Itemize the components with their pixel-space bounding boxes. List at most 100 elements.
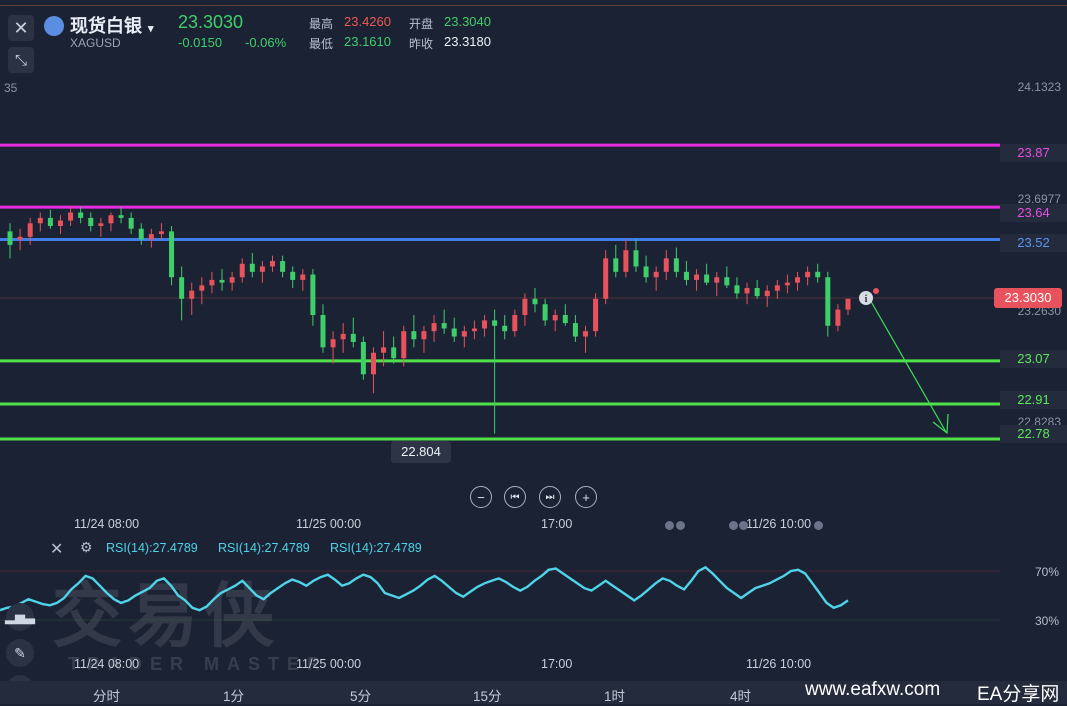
rsi-time-label-2: 11/25 00:00 [296,657,362,671]
tab-4hour[interactable]: 4时 [730,685,751,705]
candle-body [643,266,649,278]
info-icon-glyph: i [865,294,868,305]
candle-body [734,285,740,294]
candle-body [37,217,43,224]
low-price-marker: 22.804 [391,441,451,463]
zoom-in-button[interactable]: + [575,486,597,508]
candle-body [805,271,811,278]
candle-body [673,258,679,272]
candle-body [613,258,619,272]
price-chart[interactable]: i [0,60,1067,480]
prev-close-value: 23.3180 [444,34,491,49]
zoom-out-button[interactable]: − [470,486,492,508]
candle-body [280,261,286,272]
indicator-icon[interactable]: ▂▅▃ [5,603,35,631]
last-price: 23.3030 [178,12,244,32]
candle-body [68,212,74,221]
candle-body [623,250,629,272]
candle-body [663,258,669,272]
tab-15min[interactable]: 15分 [473,685,502,705]
candle-body [158,231,164,235]
candle-body [108,215,114,224]
time-label-1: 11/24 08:00 [74,517,140,531]
candle-body [603,258,609,299]
candle-body [542,304,548,321]
candle-body [229,277,235,283]
rsi-line [0,565,849,612]
candle-body [98,223,104,226]
candle-body [754,288,760,297]
candle-body [381,347,387,353]
header-divider [0,5,1067,6]
candle-body [239,263,245,278]
candle-body [401,331,407,359]
rsi-close-icon[interactable]: ✕ [50,539,63,559]
alert-dot [873,288,879,294]
high-value: 23.4260 [344,14,391,29]
tab-1min[interactable]: 1分 [223,685,244,705]
candle-body [704,274,710,283]
prev-close-label: 昨收 [409,37,434,51]
candle-body [169,231,175,278]
level-tag-23-64: 23.64 [1000,204,1067,222]
scroll-start-button[interactable]: ⏮ [504,486,526,508]
candle-body [492,320,498,326]
level-tag-23-87: 23.87 [1000,144,1067,162]
rsi-level-30: 30% [1034,614,1059,628]
current-price-tag: 23.3030 [994,288,1062,308]
candle-body [633,250,639,267]
candle-body [340,333,346,340]
candle-body [784,282,790,286]
scroll-end-button[interactable]: ⏭ [539,486,561,508]
candle-body [562,314,568,324]
tab-tick[interactable]: 分时 [93,685,120,705]
candle-body [502,325,508,332]
candle-body [189,290,195,299]
draw-pen-icon[interactable]: ✎ [6,639,34,667]
rsi-value-2: RSI(14):27.4789 [218,541,310,555]
candle-body [370,352,376,375]
level-tag-22-78: 22.78 [1000,425,1067,443]
candle-body [451,328,457,337]
candle-body [683,271,689,280]
chevron-down-icon[interactable]: ▾ [148,23,154,35]
candle-body [17,236,23,240]
candle-body [795,277,801,283]
candle-body [330,339,336,348]
forecast-arrow [868,297,947,433]
high-label: 最高 [309,17,334,31]
candle-body [532,298,538,305]
level-tag-22-91: 22.91 [1000,391,1067,409]
candle-body [482,320,488,329]
event-markers-2[interactable] [729,517,829,530]
candle-body [441,323,447,329]
candle-body [128,217,134,229]
candle-body [461,331,467,337]
tab-1hour[interactable]: 1时 [604,685,625,705]
candle-body [835,309,841,326]
tab-5min[interactable]: 5分 [350,685,371,705]
close-icon[interactable]: ✕ [8,15,34,41]
candle-body [411,331,417,340]
candle-body [27,223,33,237]
candle-body [310,274,316,315]
price-change-pct: -0.06% [245,35,287,50]
candle-body [290,271,296,280]
low-value: 23.1610 [344,34,391,49]
candle-body [7,231,13,245]
candle-body [360,341,366,375]
candle-body [209,279,215,286]
rsi-chart[interactable] [0,562,1067,662]
event-markers[interactable] [665,517,693,530]
rsi-settings-icon[interactable]: ⚙ [80,539,93,556]
silver-logo-icon [44,16,64,36]
time-label-3: 17:00 [541,517,573,531]
candle-body [148,234,154,240]
candle-body [57,220,63,226]
candle-body [179,277,185,299]
instrument-title[interactable]: 现货白银 ▾ [70,12,154,38]
candle-body [431,323,437,332]
site-watermark-cn: EA分享网 [977,684,1060,705]
candle-body [138,228,144,240]
candle-body [764,290,770,297]
